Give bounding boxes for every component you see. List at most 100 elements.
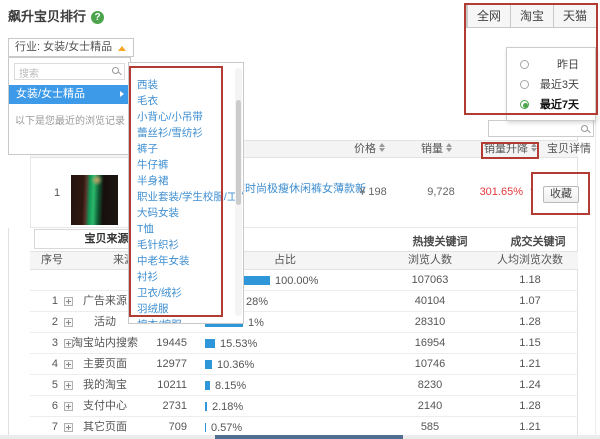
subcategory-item[interactable]: 大码女装 xyxy=(129,205,243,221)
source-count: 12977 xyxy=(156,358,187,370)
trend-value: 301.65% xyxy=(479,186,523,198)
table-row: 4 主要页面 12977 10.36% 10746 1.21 xyxy=(30,354,578,375)
tab-deal-keywords[interactable]: 成交关键词 xyxy=(500,233,576,249)
visitors-value: 28310 xyxy=(414,316,446,328)
avg-views-value: 1.18 xyxy=(519,274,541,286)
history-link[interactable] xyxy=(9,142,130,148)
share-percent: 28% xyxy=(246,295,269,308)
subcategory-item[interactable]: 中老年女装 xyxy=(129,253,243,269)
category-search-input[interactable] xyxy=(15,67,107,82)
date-option-label: 最近3天 xyxy=(539,79,579,91)
price-value: ¥ 198 xyxy=(359,186,387,198)
subcategory-item-label: T恤 xyxy=(137,223,154,235)
subcategory-item[interactable]: 毛针织衫 xyxy=(129,237,243,253)
column-visitors: 浏览人数 xyxy=(408,254,452,266)
network-tab[interactable]: 全网 xyxy=(467,5,510,27)
subcategory-item[interactable]: 半身裙 xyxy=(129,173,243,189)
source-count: 2731 xyxy=(162,400,187,412)
search-icon xyxy=(581,125,588,132)
share-bar-wrap: 2.18% xyxy=(205,396,243,417)
network-tab[interactable]: 淘宝 xyxy=(510,5,553,27)
visitors-value: 16954 xyxy=(414,337,446,349)
subcategory-item-label: 羽绒服 xyxy=(137,303,169,315)
visitors-value: 8230 xyxy=(417,379,443,391)
scrollbar-thumb[interactable] xyxy=(215,435,403,439)
sort-icon[interactable] xyxy=(379,143,386,152)
subcategory-item-label: 西装 xyxy=(137,79,158,91)
column-item-detail: 宝贝详情 xyxy=(547,143,591,155)
menu-scrollbar[interactable] xyxy=(235,68,242,316)
radio-icon[interactable] xyxy=(520,59,529,69)
network-tab-label: 全网 xyxy=(476,9,501,23)
visitors-value: 2140 xyxy=(417,400,443,412)
share-percent: 1% xyxy=(248,316,264,329)
share-percent: 8.15% xyxy=(215,379,247,392)
date-option[interactable]: 昨日 xyxy=(507,54,595,74)
share-percent: 100.00% xyxy=(275,274,319,287)
column-avg-views: 人均浏览次数 xyxy=(497,254,563,266)
table-row: 1 广告来源 28% 40104 1.07 xyxy=(30,291,578,312)
subcategory-menu: 西装 毛衣 小背心/小吊带 蕾丝衫/雪纺衫 裤子 牛仔裤 半身裙 职业套装/学生… xyxy=(128,62,244,324)
window-right-border xyxy=(595,118,596,439)
page-title-text: 飙升宝贝排行 xyxy=(8,9,87,24)
help-icon[interactable]: ? xyxy=(91,11,105,24)
column-sales[interactable]: 销量 xyxy=(407,141,467,158)
share-bar xyxy=(205,339,215,348)
subcategory-item[interactable]: 小背心/小吊带 xyxy=(129,109,243,125)
subcategory-list: 西装 毛衣 小背心/小吊带 蕾丝衫/雪纺衫 裤子 牛仔裤 半身裙 职业套装/学生… xyxy=(129,77,243,323)
favorite-button[interactable]: 收藏 xyxy=(543,186,579,203)
network-tabs: 全网 淘宝 天猫 xyxy=(466,4,597,28)
subcategory-item[interactable]: 蕾丝衫/雪纺衫 xyxy=(129,125,243,141)
source-table-body: 100.00% 107063 1.18 1 广告来源 28% 40104 1.0… xyxy=(30,270,578,438)
date-option[interactable]: 最近7天 xyxy=(507,94,595,114)
subcategory-item-label: 蕾丝衫/雪纺衫 xyxy=(137,127,203,139)
subcategory-item[interactable]: 衬衫 xyxy=(129,269,243,285)
history-header: 以下是您最近的浏览记录 xyxy=(15,116,125,127)
column-price[interactable]: 价格 xyxy=(340,141,400,158)
source-table: 序号 来源名称 占比 浏览人数 人均浏览次数 100.00% 107063 1.… xyxy=(30,251,578,438)
triangle-up-icon xyxy=(118,46,126,51)
industry-select[interactable]: 行业: 女装/女士精品 xyxy=(8,38,134,57)
avg-views-value: 1.21 xyxy=(519,358,541,370)
search-icon xyxy=(112,67,119,74)
category-selected-item[interactable]: 女装/女士精品 xyxy=(9,85,130,104)
date-range-panel: 昨日 最近3天 最近7天 xyxy=(506,47,596,121)
category-selected-label: 女装/女士精品 xyxy=(16,88,86,100)
visitors-value: 107063 xyxy=(411,274,449,286)
avg-views-value: 1.15 xyxy=(519,337,541,349)
radio-icon[interactable] xyxy=(520,99,529,109)
product-thumbnail[interactable] xyxy=(71,175,118,225)
sort-icon[interactable] xyxy=(446,143,453,152)
subcategory-item-label: 毛衣 xyxy=(137,95,158,107)
subcategory-item[interactable]: 牛仔裤 xyxy=(129,157,243,173)
subcategory-item[interactable]: T恤 xyxy=(129,221,243,237)
share-bar xyxy=(205,381,210,390)
subcategory-item[interactable]: 卫衣/绒衫 xyxy=(129,285,243,301)
scrollbar-thumb[interactable] xyxy=(236,100,241,205)
table-row: 5 我的淘宝 10211 8.15% 8230 1.24 xyxy=(30,375,578,396)
rank-search-input[interactable] xyxy=(489,124,569,139)
date-option-label: 最近7天 xyxy=(539,99,579,111)
date-option[interactable]: 最近3天 xyxy=(507,74,595,94)
subcategory-item[interactable]: 毛衣 xyxy=(129,93,243,109)
visitors-value: 40104 xyxy=(414,295,446,307)
horizontal-scrollbar[interactable] xyxy=(0,435,600,439)
subcategory-item-label: 毛针织衫 xyxy=(137,239,179,251)
page-title: 飙升宝贝排行? xyxy=(8,6,105,25)
share-bar-wrap: 10.36% xyxy=(205,354,254,375)
subcategory-item[interactable]: 棉衣/棉服 xyxy=(129,317,243,323)
column-share: 占比 xyxy=(274,254,296,266)
subcategory-item[interactable]: 裤子 xyxy=(129,141,243,157)
share-bar xyxy=(205,360,212,369)
table-row: 100.00% 107063 1.18 xyxy=(30,270,578,291)
tab-hot-keywords[interactable]: 热搜关键词 xyxy=(405,233,475,249)
subcategory-item[interactable]: 羽绒服 xyxy=(129,301,243,317)
network-tab[interactable]: 天猫 xyxy=(553,5,596,27)
subcategory-item-label: 大码女装 xyxy=(137,207,179,219)
subcategory-item[interactable]: 职业套装/学生校服/工作制服 xyxy=(129,189,243,205)
subcategory-item[interactable]: 西装 xyxy=(129,77,243,93)
column-sales-trend[interactable]: 销量升降 xyxy=(480,141,542,158)
table-row: 3 淘宝站内搜索 19445 15.53% 16954 1.15 xyxy=(30,333,578,354)
network-tab-label: 天猫 xyxy=(562,9,587,23)
radio-icon[interactable] xyxy=(520,79,529,89)
